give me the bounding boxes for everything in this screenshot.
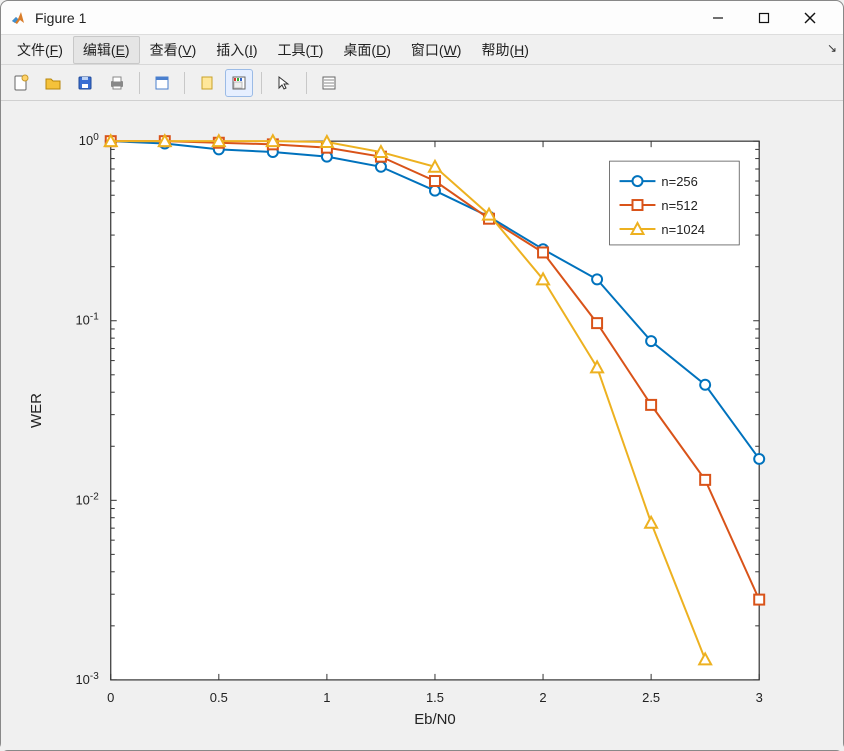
svg-text:1.5: 1.5: [426, 690, 444, 705]
svg-text:100: 100: [79, 132, 99, 149]
menu-t[interactable]: 工具(T): [268, 36, 334, 64]
menu-d[interactable]: 桌面(D): [333, 36, 400, 64]
datatip-icon[interactable]: [315, 69, 343, 97]
svg-text:10-2: 10-2: [75, 491, 99, 508]
print-icon[interactable]: [103, 69, 131, 97]
toolbar-separator: [139, 72, 140, 94]
svg-text:WER: WER: [28, 393, 45, 428]
legend-label: n=1024: [661, 222, 705, 237]
pointer-icon[interactable]: [270, 69, 298, 97]
menu-f[interactable]: 文件(F): [7, 36, 73, 64]
toolbar: [1, 65, 843, 101]
svg-text:0.5: 0.5: [210, 690, 228, 705]
svg-text:3: 3: [756, 690, 763, 705]
new-figure-icon[interactable]: [7, 69, 35, 97]
menu-i[interactable]: 插入(I): [206, 36, 267, 64]
close-button[interactable]: [787, 3, 833, 33]
menu-e[interactable]: 编辑(E): [73, 36, 140, 64]
toolbar-separator: [184, 72, 185, 94]
menubar: 文件(F)编辑(E)查看(V)插入(I)工具(T)桌面(D)窗口(W)帮助(H)…: [1, 35, 843, 65]
menu-v[interactable]: 查看(V): [140, 36, 207, 64]
maximize-button[interactable]: [741, 3, 787, 33]
window-title: Figure 1: [35, 10, 695, 26]
svg-text:0: 0: [107, 690, 114, 705]
open-icon[interactable]: [39, 69, 67, 97]
figure-window: Figure 1 文件(F)编辑(E)查看(V)插入(I)工具(T)桌面(D)窗…: [0, 0, 844, 751]
svg-text:2.5: 2.5: [642, 690, 660, 705]
link-icon[interactable]: [193, 69, 221, 97]
minimize-button[interactable]: [695, 3, 741, 33]
legend-label: n=256: [661, 174, 697, 189]
edit-plot-icon[interactable]: [148, 69, 176, 97]
chart-area: 0 0.5 1 1.5 2 2.5 3 100 10-1 10-2 10-3 WER Eb/N0 n=25…: [1, 101, 843, 750]
svg-text:1: 1: [323, 690, 330, 705]
colorbar-icon[interactable]: [225, 69, 253, 97]
svg-text:Eb/N0: Eb/N0: [414, 711, 456, 728]
chart-svg: 0 0.5 1 1.5 2 2.5 3 100 10-1 10-2 10-3 WER Eb/N0 n=25…: [1, 101, 843, 750]
menu-h[interactable]: 帮助(H): [471, 36, 538, 64]
toolbar-separator: [261, 72, 262, 94]
svg-text:10-3: 10-3: [75, 670, 99, 687]
svg-text:10-1: 10-1: [75, 311, 99, 327]
legend-label: n=512: [661, 198, 697, 213]
menu-w[interactable]: 窗口(W): [401, 36, 472, 64]
dock-arrow-icon[interactable]: ↘: [827, 41, 837, 55]
matlab-icon: [9, 9, 27, 27]
toolbar-separator: [306, 72, 307, 94]
svg-text:2: 2: [539, 690, 546, 705]
titlebar[interactable]: Figure 1: [1, 1, 843, 35]
save-icon[interactable]: [71, 69, 99, 97]
window-controls: [695, 3, 833, 33]
